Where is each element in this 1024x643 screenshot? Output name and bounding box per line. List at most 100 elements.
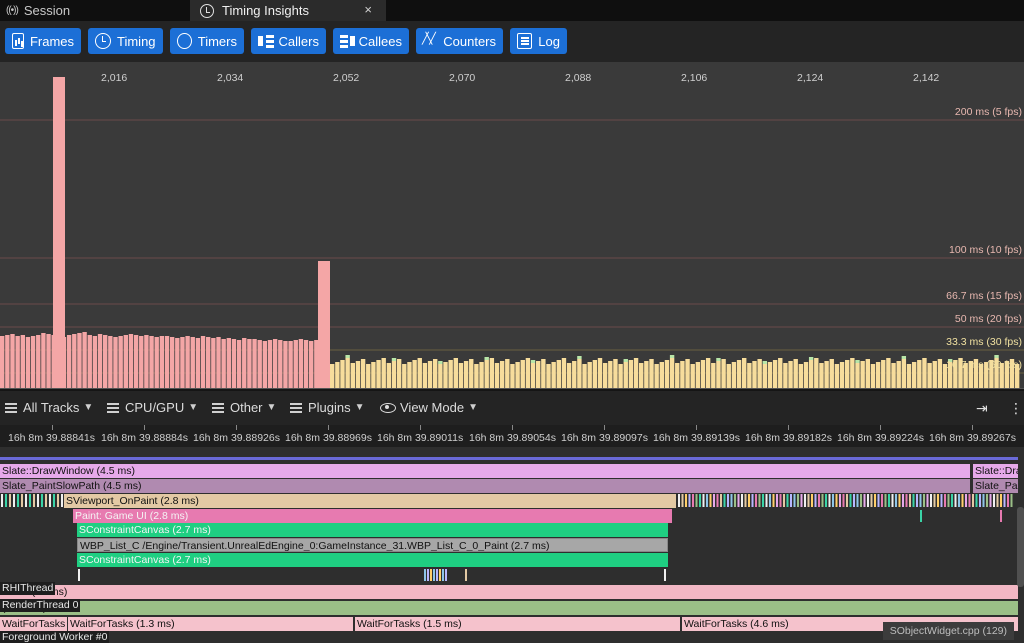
frame-bar[interactable] <box>520 360 525 388</box>
frame-bar-tip[interactable] <box>901 356 907 359</box>
time-ruler[interactable]: 16h 8m 39.88841s 16h 8m 39.88884s 16h 8m… <box>0 425 1024 447</box>
frame-bar[interactable] <box>752 361 757 388</box>
frame-bar[interactable] <box>231 339 237 388</box>
frame-bar[interactable] <box>303 340 309 388</box>
frame-bar[interactable] <box>350 363 355 388</box>
frame-bar[interactable] <box>896 361 901 388</box>
frame-bar[interactable] <box>623 362 628 388</box>
timing-event-paint-slow-path[interactable]: Slate_Pai <box>973 479 1018 493</box>
frame-bar-tip[interactable] <box>669 355 675 358</box>
frame-bar[interactable] <box>103 335 108 388</box>
frame-bar[interactable] <box>10 334 15 388</box>
frame-bar[interactable] <box>108 336 113 388</box>
frame-bar[interactable] <box>41 333 46 388</box>
frame-bar[interactable] <box>314 340 319 388</box>
cpu-gpu-dropdown[interactable]: CPU/GPU ▼ <box>107 400 198 415</box>
frame-bar[interactable] <box>736 360 742 388</box>
frame-bar[interactable] <box>747 363 752 388</box>
frame-bar[interactable] <box>340 360 345 388</box>
frames-button[interactable]: Frames <box>5 28 81 54</box>
timing-event-wait-for-tasks[interactable]: WaitForTasks <box>0 617 67 631</box>
frame-bar[interactable] <box>618 364 623 388</box>
frame-bar[interactable] <box>633 358 639 388</box>
frame-bar[interactable] <box>77 333 82 388</box>
frame-bar[interactable] <box>685 359 690 388</box>
frame-bar[interactable] <box>541 359 546 388</box>
frame-bar[interactable] <box>587 362 592 388</box>
frame-bar[interactable] <box>371 362 376 388</box>
frame-bar[interactable] <box>505 359 510 388</box>
frame-bar[interactable] <box>628 360 634 388</box>
frame-bar[interactable] <box>169 337 175 388</box>
frame-bar[interactable] <box>402 364 407 388</box>
frame-bar[interactable] <box>772 360 778 388</box>
frame-bar[interactable] <box>731 362 737 388</box>
frame-bar[interactable] <box>391 361 397 388</box>
frame-bar[interactable] <box>458 363 464 388</box>
frame-bar[interactable] <box>226 338 231 388</box>
frame-bar[interactable] <box>613 359 618 388</box>
frame-bar[interactable] <box>767 362 773 388</box>
frame-bar[interactable] <box>592 360 598 388</box>
frame-bar[interactable] <box>190 337 195 388</box>
frame-bar[interactable] <box>875 362 881 388</box>
frame-bar[interactable] <box>309 341 314 388</box>
frame-bar[interactable] <box>448 360 453 388</box>
timing-event-draw-window[interactable]: Slate::DrawWindow (4.5 ms) <box>0 464 970 478</box>
frame-bar[interactable] <box>690 364 695 388</box>
frame-bar[interactable] <box>891 363 896 388</box>
frame-bar[interactable] <box>272 339 278 388</box>
frame-bar-spike[interactable] <box>318 261 330 388</box>
frame-bar[interactable] <box>164 336 170 388</box>
frame-bar[interactable] <box>30 336 36 388</box>
frame-bar[interactable] <box>669 358 675 388</box>
frame-bar[interactable] <box>355 361 361 388</box>
plugins-dropdown[interactable]: Plugins ▼ <box>290 400 365 415</box>
frame-bar[interactable] <box>700 360 706 388</box>
timing-event-wait-for-tasks[interactable]: WaitForTasks (1.3 ms) <box>68 617 353 631</box>
frame-bar[interactable] <box>664 360 670 388</box>
frame-bar[interactable] <box>870 364 876 388</box>
frame-bar[interactable] <box>288 341 293 388</box>
timing-event-render-thread[interactable]: (37.3 ms) <box>0 601 1018 615</box>
frame-bar-tip[interactable] <box>530 360 536 363</box>
frame-bar[interactable] <box>133 335 139 388</box>
frame-bar[interactable] <box>906 364 912 388</box>
frame-bar[interactable] <box>530 363 536 388</box>
frame-bar[interactable] <box>438 364 443 388</box>
frame-bar[interactable] <box>283 341 288 388</box>
timers-button[interactable]: Timers <box>170 28 244 54</box>
frame-bar[interactable] <box>911 362 917 388</box>
frame-bar[interactable] <box>474 364 479 388</box>
frame-bar[interactable] <box>427 361 433 388</box>
frame-bar[interactable] <box>855 363 860 388</box>
timing-event-wait-for-tasks[interactable]: WaitForTasks (1.5 ms) <box>355 617 680 631</box>
frame-bar[interactable] <box>582 364 587 388</box>
frame-bar[interactable] <box>366 364 371 388</box>
timing-event-rhi-wait[interactable]: Tasks (30 ms) <box>0 585 1018 599</box>
frame-bar[interactable] <box>175 338 180 388</box>
frame-bar[interactable] <box>510 364 515 388</box>
frames-graph[interactable]: 2,016 2,034 2,052 2,070 2,088 2,106 2,12… <box>0 62 1024 389</box>
frame-bar[interactable] <box>180 337 185 388</box>
frame-bar[interactable] <box>20 335 25 388</box>
timing-event-draw-window[interactable]: Slate::Dra <box>973 464 1018 478</box>
frame-bar[interactable] <box>144 335 149 388</box>
all-tracks-dropdown[interactable]: All Tracks ▼ <box>5 400 93 415</box>
frame-bar[interactable] <box>551 362 556 388</box>
frame-bar[interactable] <box>72 334 77 388</box>
frame-bar-tip[interactable] <box>808 357 814 360</box>
frame-bar-tip[interactable] <box>623 359 628 362</box>
frame-bar[interactable] <box>886 358 891 388</box>
frame-bar[interactable] <box>262 341 268 388</box>
tab-session[interactable]: ((•)) Session <box>0 0 190 21</box>
frame-bar-tip[interactable] <box>577 356 582 359</box>
frame-bar[interactable] <box>561 358 567 388</box>
frames-bars[interactable] <box>0 62 1024 389</box>
frame-bar[interactable] <box>602 363 608 388</box>
callers-button[interactable]: Callers <box>251 28 326 54</box>
frame-bar[interactable] <box>335 362 340 388</box>
frame-bar[interactable] <box>257 340 262 388</box>
frame-bar[interactable] <box>433 359 438 388</box>
tab-timing-insights[interactable]: Timing Insights × <box>190 0 386 21</box>
